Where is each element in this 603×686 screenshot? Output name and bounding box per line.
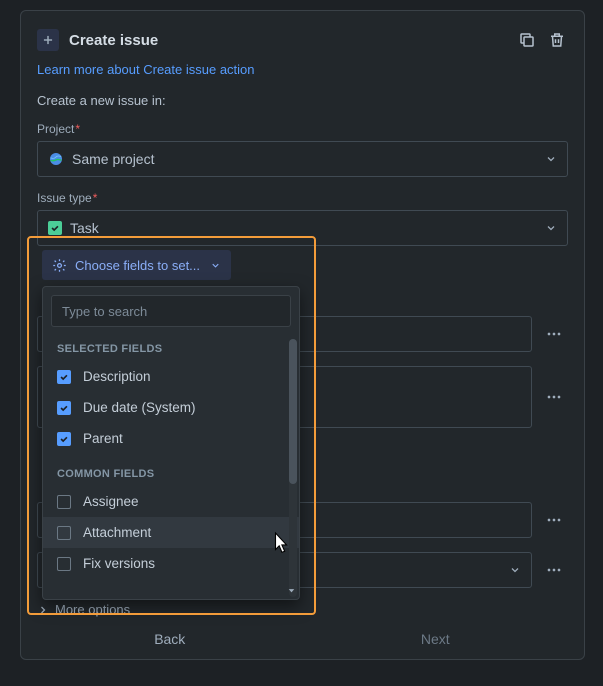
panel-title: Create issue: [69, 32, 158, 49]
chevron-down-icon: [509, 564, 521, 576]
panel-header: Create issue: [37, 29, 568, 51]
project-select[interactable]: Same project: [37, 141, 568, 177]
dropdown-scroll[interactable]: SELECTED FIELDS Description Due date (Sy…: [43, 337, 299, 599]
field-option-parent[interactable]: Parent: [43, 423, 299, 454]
field-option-fix-versions[interactable]: Fix versions: [43, 548, 299, 579]
common-fields-heading: COMMON FIELDS: [43, 462, 299, 486]
learn-more-link[interactable]: Learn more about Create issue action: [37, 62, 255, 77]
footer-nav: Back Next: [37, 631, 568, 647]
field-option-due-date[interactable]: Due date (System): [43, 392, 299, 423]
scrollbar-thumb[interactable]: [289, 339, 297, 484]
field-option-description[interactable]: Description: [43, 361, 299, 392]
chevron-down-icon: [545, 222, 557, 234]
chevron-down-icon[interactable]: [286, 585, 297, 596]
project-value: Same project: [72, 151, 154, 167]
fields-dropdown: SELECTED FIELDS Description Due date (Sy…: [42, 286, 300, 600]
chevron-down-icon: [545, 153, 557, 165]
chevron-down-icon: [210, 260, 221, 271]
checkbox-icon[interactable]: [57, 401, 71, 415]
checkbox-icon[interactable]: [57, 495, 71, 509]
selected-fields-heading: SELECTED FIELDS: [43, 337, 299, 361]
choose-fields-button[interactable]: Choose fields to set...: [42, 250, 231, 280]
header-actions: [516, 29, 568, 51]
globe-icon: [48, 151, 64, 167]
duplicate-icon[interactable]: [516, 29, 538, 51]
more-icon[interactable]: [540, 556, 568, 584]
field-option-assignee[interactable]: Assignee: [43, 486, 299, 517]
more-icon[interactable]: [540, 506, 568, 534]
search-input-wrap[interactable]: [51, 295, 291, 327]
checkbox-icon[interactable]: [57, 557, 71, 571]
trash-icon[interactable]: [546, 29, 568, 51]
gear-icon: [52, 258, 67, 273]
search-input[interactable]: [62, 304, 280, 319]
field-option-attachment[interactable]: Attachment: [43, 517, 299, 548]
header-left: Create issue: [37, 29, 158, 51]
checkbox-icon[interactable]: [57, 432, 71, 446]
issue-type-select[interactable]: Task: [37, 210, 568, 246]
back-button[interactable]: Back: [37, 631, 303, 647]
checkbox-icon[interactable]: [57, 370, 71, 384]
task-icon: [48, 221, 62, 235]
intro-text: Create a new issue in:: [37, 93, 568, 108]
more-icon[interactable]: [540, 383, 568, 411]
more-icon[interactable]: [540, 320, 568, 348]
chevron-right-icon: [37, 604, 49, 616]
plus-icon: [37, 29, 59, 51]
more-options-toggle[interactable]: More options: [37, 602, 568, 617]
issue-type-value: Task: [70, 220, 99, 236]
checkbox-icon[interactable]: [57, 526, 71, 540]
project-label: Project*: [37, 122, 568, 136]
scrollbar-track[interactable]: [289, 339, 297, 597]
next-button: Next: [303, 631, 569, 647]
issue-type-label: Issue type*: [37, 191, 568, 205]
